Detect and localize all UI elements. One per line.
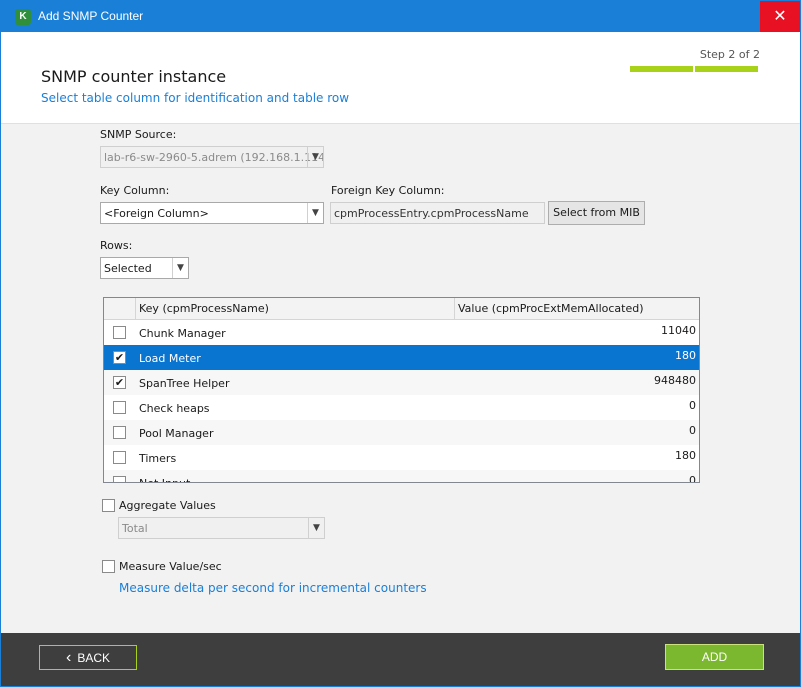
- footer-bar: ‹ BACK ADD: [1, 633, 800, 686]
- page-title: SNMP counter instance: [41, 67, 227, 86]
- row-value: 0: [689, 399, 696, 412]
- chevron-down-icon: ▼: [307, 203, 323, 223]
- measure-checkbox[interactable]: [102, 560, 115, 573]
- row-value: 11040: [661, 324, 696, 337]
- row-checkbox[interactable]: [113, 426, 126, 439]
- select-from-mib-button[interactable]: Select from MIB: [548, 201, 645, 225]
- table-row[interactable]: Chunk Manager 11040: [104, 320, 699, 345]
- measure-label: Measure Value/sec: [119, 560, 222, 573]
- row-value: 180: [675, 349, 696, 362]
- row-checkbox[interactable]: [113, 401, 126, 414]
- aggregate-combo-value: Total: [122, 522, 148, 535]
- snmp-source-combo[interactable]: lab-r6-sw-2960-5.adrem (192.168.1.114) ▼: [100, 146, 324, 168]
- aggregate-checkbox[interactable]: [102, 499, 115, 512]
- close-button[interactable]: ✕: [760, 1, 800, 32]
- chevron-down-icon: ▼: [308, 518, 324, 538]
- chevron-down-icon: ▼: [307, 147, 323, 167]
- row-checkbox[interactable]: ✔: [113, 376, 126, 389]
- row-key: Net Input: [139, 477, 190, 482]
- row-value: 0: [689, 424, 696, 437]
- row-key: Check heaps: [139, 402, 210, 415]
- row-value: 0: [689, 474, 696, 483]
- key-column-combo[interactable]: <Foreign Column> ▼: [100, 202, 324, 224]
- snmp-source-label: SNMP Source:: [100, 128, 177, 141]
- foreign-key-field[interactable]: cpmProcessEntry.cpmProcessName: [330, 202, 545, 224]
- snmp-source-value: lab-r6-sw-2960-5.adrem (192.168.1.114): [104, 151, 324, 164]
- back-button[interactable]: ‹ BACK: [39, 645, 137, 670]
- row-key: Chunk Manager: [139, 327, 226, 340]
- key-column-value: <Foreign Column>: [104, 207, 209, 220]
- step-bar-1: [630, 66, 693, 72]
- dialog-window: K Add SNMP Counter ✕ SNMP counter instan…: [0, 0, 801, 687]
- add-button[interactable]: ADD: [665, 644, 764, 670]
- header-checkbox-column: [104, 298, 136, 319]
- table-row[interactable]: ✔ SpanTree Helper 948480: [104, 370, 699, 395]
- table-row[interactable]: Net Input 0: [104, 470, 699, 483]
- table-header: Key (cpmProcessName) Value (cpmProcExtMe…: [104, 298, 699, 320]
- row-value: 180: [675, 449, 696, 462]
- row-key: Load Meter: [139, 352, 201, 365]
- table-row[interactable]: Pool Manager 0: [104, 420, 699, 445]
- row-checkbox[interactable]: ✔: [113, 351, 126, 364]
- instance-table[interactable]: Key (cpmProcessName) Value (cpmProcExtMe…: [103, 297, 700, 483]
- window-title: Add SNMP Counter: [38, 9, 144, 23]
- rows-value: Selected: [104, 262, 152, 275]
- row-key: SpanTree Helper: [139, 377, 230, 390]
- header-key-column[interactable]: Key (cpmProcessName): [136, 298, 455, 319]
- row-checkbox[interactable]: [113, 451, 126, 464]
- aggregate-label: Aggregate Values: [119, 499, 216, 512]
- table-row[interactable]: Check heaps 0: [104, 395, 699, 420]
- step-indicator: Step 2 of 2: [699, 48, 760, 61]
- row-checkbox[interactable]: [113, 326, 126, 339]
- row-checkbox[interactable]: [113, 476, 126, 482]
- header-value-column[interactable]: Value (cpmProcExtMemAllocated): [455, 298, 699, 319]
- key-column-label: Key Column:: [100, 184, 170, 197]
- measure-hint: Measure delta per second for incremental…: [119, 581, 427, 595]
- row-key: Timers: [139, 452, 177, 465]
- aggregate-combo[interactable]: Total ▼: [118, 517, 325, 539]
- rows-combo[interactable]: Selected ▼: [100, 257, 189, 279]
- row-value: 948480: [654, 374, 696, 387]
- foreign-key-label: Foreign Key Column:: [331, 184, 445, 197]
- wizard-header: SNMP counter instance Select table colum…: [9, 32, 792, 123]
- title-bar: K Add SNMP Counter ✕: [1, 1, 800, 32]
- app-logo-icon: K: [15, 9, 31, 25]
- chevron-left-icon: ‹: [65, 649, 72, 666]
- table-row[interactable]: Timers 180: [104, 445, 699, 470]
- rows-label: Rows:: [100, 239, 133, 252]
- page-subtitle: Select table column for identification a…: [41, 91, 350, 105]
- table-row[interactable]: ✔ Load Meter 180: [104, 345, 699, 370]
- chevron-down-icon: ▼: [172, 258, 188, 278]
- step-bar-2: [695, 66, 758, 72]
- back-label: BACK: [77, 651, 110, 665]
- row-key: Pool Manager: [139, 427, 214, 440]
